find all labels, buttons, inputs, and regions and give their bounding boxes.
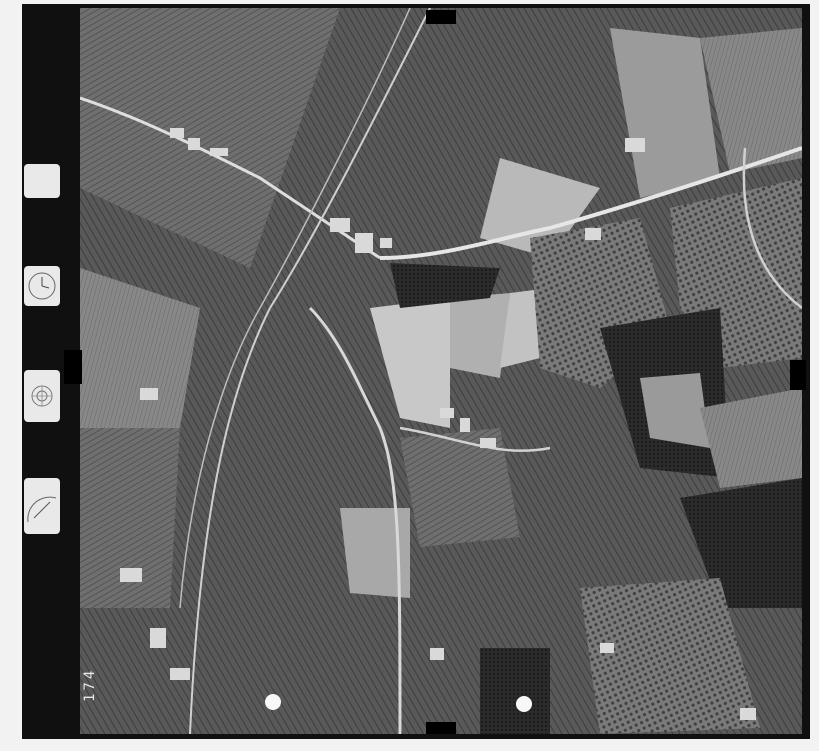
fiducial-notch-top — [426, 10, 456, 24]
fiducial-dot-right — [516, 696, 532, 712]
compass-dial-icon — [27, 496, 57, 523]
clearing-east — [640, 373, 710, 448]
clock-face-icon — [28, 272, 56, 300]
film-frame: 174 — [0, 0, 819, 751]
frame-number: 174 — [82, 667, 98, 702]
fiducial-dot-left — [265, 694, 281, 710]
aerial-photo-canvas — [80, 8, 802, 734]
clock-gauge — [24, 266, 60, 306]
woodland-south — [480, 648, 550, 734]
altimeter-dial-icon — [31, 385, 53, 407]
compass-gauge — [24, 478, 60, 534]
fiducial-notch-left — [64, 350, 82, 384]
fiducial-notch-bottom — [426, 722, 456, 734]
field-center-south — [400, 428, 520, 548]
fiducial-notch-right — [790, 360, 806, 390]
altimeter-gauge — [24, 370, 60, 422]
level-bubble-gauge — [24, 164, 60, 198]
aerial-photo — [80, 8, 802, 734]
